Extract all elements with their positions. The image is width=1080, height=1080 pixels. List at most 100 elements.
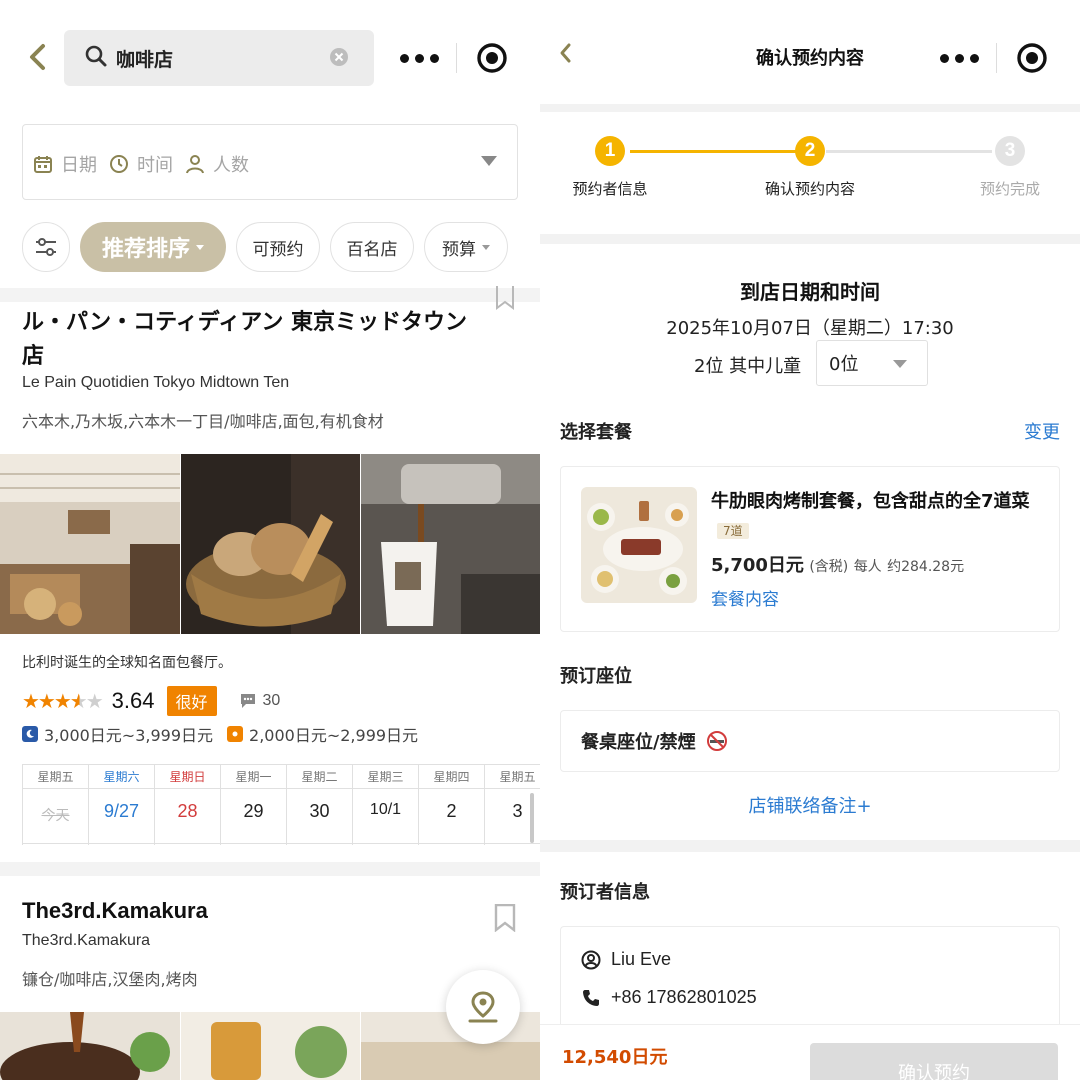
shop-name[interactable]: ル・パン・コティディアン 東京ミッドタウン店 [22, 306, 482, 374]
total-price: 12,540日元 [562, 1047, 668, 1068]
chevron-left-icon [30, 44, 45, 70]
phone-icon [583, 989, 599, 1006]
plan-card[interactable]: 牛肋眼肉烤制套餐，包含甜点的全7道菜 7道 5,700日元 (含税) 每人 约28… [560, 466, 1060, 632]
lunch-price: 2,000日元~2,999日元 [249, 726, 419, 745]
step-connector [826, 150, 992, 153]
more-icon[interactable] [924, 30, 996, 86]
date-label: 28 [177, 801, 198, 821]
shop-photo[interactable] [361, 454, 540, 634]
section-divider [0, 288, 540, 302]
booker-section-label: 预订者信息 [560, 882, 650, 903]
plan-price: 5,700日元 (含税) 每人 约284.28元 [711, 551, 964, 577]
shop-name-english: The3rd.Kamakura [22, 932, 151, 949]
shop-note-link[interactable]: 店铺联络备注+ [540, 792, 1080, 818]
people-filter[interactable]: 人数 [185, 151, 249, 177]
weekday-label: 星期五 [23, 767, 88, 789]
section-divider [0, 862, 540, 876]
nav-bar: 确认预约内容 [540, 0, 1080, 104]
date-filter[interactable]: 日期 [33, 151, 97, 177]
map-button[interactable] [446, 970, 520, 1044]
time-filter-label: 时间 [137, 155, 173, 175]
screenshot: 咖啡店 日期 时间 人数 推荐排序 可预约 百名店 预算 ル・パン・コティディア… [0, 0, 1080, 1080]
shop-name[interactable]: The3rd.Kamakura [22, 898, 208, 924]
close-target-icon[interactable] [997, 30, 1069, 86]
mini-program-capsule [384, 30, 528, 86]
seat-card[interactable]: 餐桌座位/禁煙 [560, 710, 1060, 772]
bookmark-icon[interactable] [494, 903, 516, 936]
bottom-bar: 12,540日元 确认预约 [540, 1024, 1080, 1080]
booker-phone: +86 17862801025 [611, 987, 757, 1007]
weekday-label: 星期二 [287, 767, 352, 789]
shop-tags: 六本木,乃木坂,六本木一丁目/咖啡店,面包,有机食材 [22, 412, 384, 431]
reservation-filter[interactable]: 日期 时间 人数 [22, 124, 518, 200]
rating-row: ★★★★★ 3.64 很好 30 [22, 686, 280, 716]
weekday-label: 星期四 [419, 767, 484, 789]
close-target-icon[interactable] [457, 30, 529, 86]
calendar-day[interactable]: 星期日 28 [154, 765, 220, 845]
weekday-label: 星期一 [221, 767, 286, 789]
filter-settings-button[interactable] [22, 222, 70, 272]
booker-card[interactable]: Liu Eve +86 17862801025 [560, 926, 1060, 1036]
plan-price-value: 5,700日元 [711, 555, 804, 576]
calendar-day[interactable]: 星期三 10/1 [352, 765, 418, 845]
star-rating-icon: ★★★★★ [22, 689, 104, 713]
date-label: 今天 [41, 807, 70, 823]
back-button[interactable] [22, 40, 52, 74]
sun-icon [227, 726, 244, 742]
user-circle-icon [581, 950, 601, 969]
calendar-day[interactable]: 星期四 2 [418, 765, 484, 845]
step-3-label: 预约完成 [979, 180, 1040, 198]
budget-chip[interactable]: 预算 [424, 222, 508, 272]
clear-icon[interactable] [328, 46, 350, 72]
bookable-chip[interactable]: 可预约 [236, 222, 320, 272]
sort-recommended-chip[interactable]: 推荐排序 [80, 222, 226, 272]
visit-title: 到店日期和时间 [740, 280, 880, 304]
shop-photo[interactable] [0, 454, 180, 634]
shop-photo[interactable] [0, 1012, 180, 1080]
sliders-icon [36, 238, 56, 256]
step-3-circle: 3 [995, 136, 1025, 166]
approx-price: 约284.28元 [887, 559, 965, 575]
date-label: 30 [309, 801, 330, 821]
booker-info: 预订者信息 Liu Eve +86 17862801025 [540, 852, 1080, 1036]
children-select-value: 0位 [829, 354, 859, 375]
guest-count: 2位 其中儿童 [694, 356, 802, 377]
booker-name-row: Liu Eve [581, 949, 671, 970]
plan-detail-link[interactable]: 套餐内容 [711, 585, 779, 610]
weekday-label: 星期日 [155, 767, 220, 789]
top100-chip[interactable]: 百名店 [330, 222, 414, 272]
calendar-day[interactable]: 星期五 今天 [22, 765, 88, 845]
weekday-label: 星期五 [485, 767, 540, 789]
step-2-circle: 2 [795, 136, 825, 166]
shop-photo[interactable] [181, 454, 360, 634]
scrollbar[interactable] [530, 793, 534, 843]
rating-badge: 很好 [166, 686, 217, 716]
moon-icon [22, 726, 38, 742]
more-icon[interactable] [384, 30, 456, 86]
search-icon [84, 44, 108, 72]
comment-count[interactable]: 30 [239, 692, 281, 710]
change-plan-link[interactable]: 变更 [1024, 418, 1060, 444]
search-input[interactable]: 咖啡店 [64, 30, 374, 86]
clock-icon [110, 155, 128, 173]
calendar-day[interactable]: 星期六 9/27 [88, 765, 154, 845]
calendar-day[interactable]: 星期二 30 [286, 765, 352, 845]
people-filter-label: 人数 [213, 155, 249, 175]
time-filter[interactable]: 时间 [109, 151, 173, 177]
bookmark-icon[interactable] [494, 286, 516, 314]
search-results-panel: 咖啡店 日期 时间 人数 推荐排序 可预约 百名店 预算 ル・パン・コティディア… [0, 0, 540, 1080]
comment-count-value: 30 [262, 692, 281, 709]
booker-phone-row: +86 17862801025 [581, 987, 757, 1008]
progress-steps: 1 2 3 预约者信息 确认预约内容 预约完成 [540, 112, 1080, 234]
rating-score: 3.64 [111, 688, 155, 713]
map-pin-icon [468, 991, 498, 1023]
chip-label: 百名店 [346, 239, 398, 260]
seat-section-label: 预订座位 [560, 666, 632, 687]
tax-note: (含税) [809, 559, 849, 575]
shop-photo[interactable] [181, 1012, 360, 1080]
booking-details: 到店日期和时间 2025年10月07日（星期二）17:30 2位 其中儿童 0位… [540, 244, 1080, 840]
confirm-booking-button[interactable]: 确认预约 [810, 1043, 1058, 1080]
calendar-day[interactable]: 星期一 29 [220, 765, 286, 845]
children-select[interactable]: 0位 [816, 340, 928, 386]
chevron-down-icon [893, 360, 907, 368]
